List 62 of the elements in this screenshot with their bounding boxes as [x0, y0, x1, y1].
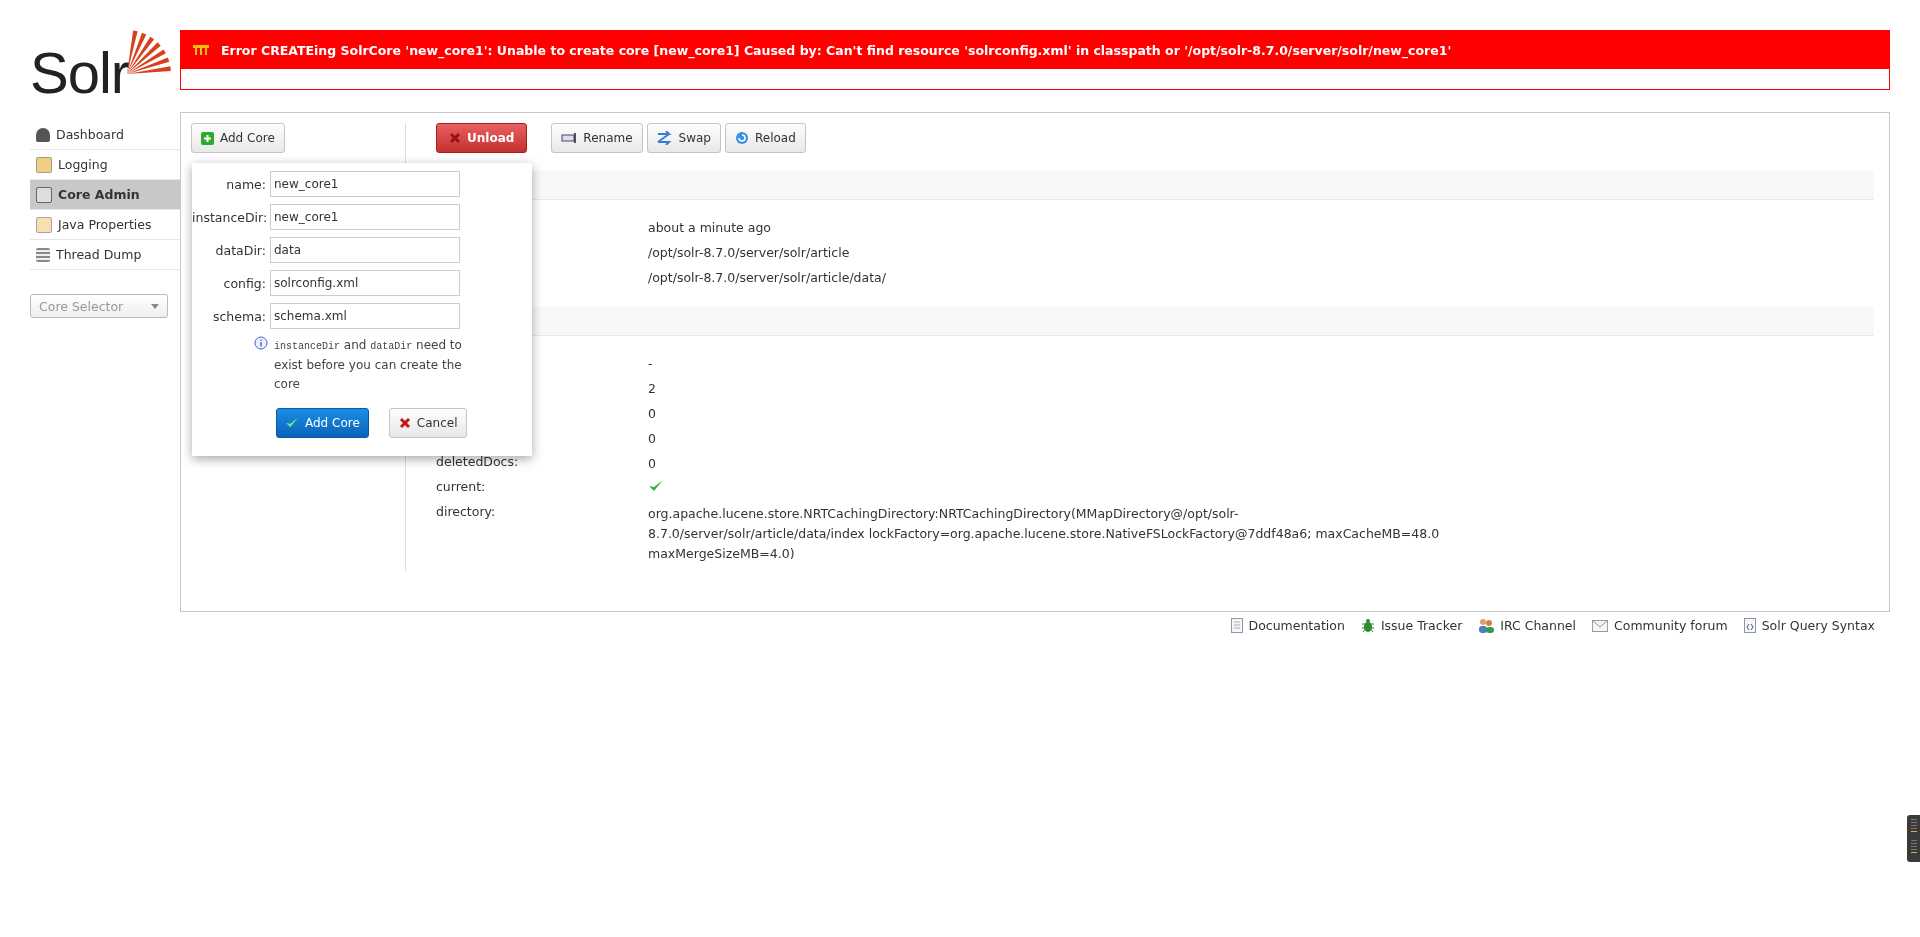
plus-icon	[201, 131, 214, 145]
field-label: directory:	[436, 504, 496, 519]
code-file-icon	[1743, 618, 1756, 633]
input-field[interactable]: data	[270, 237, 460, 263]
document-icon	[1230, 618, 1243, 633]
footer-link[interactable]: Documentation	[1230, 618, 1345, 633]
bug-icon	[1360, 618, 1375, 633]
field-value: 0	[648, 430, 657, 448]
field-value: about a minute ago	[648, 219, 772, 237]
field-label: schema:	[211, 308, 267, 324]
field-value: /opt/solr-8.7.0/server/solr/article	[648, 244, 851, 262]
field-label: deletedDocs:	[436, 454, 519, 469]
rename-icon	[561, 132, 578, 144]
hint-text: instanceDir and dataDir need to exist before you can create the core	[274, 337, 463, 393]
footer-link[interactable]: Issue Tracker	[1360, 618, 1463, 633]
sidebar-item[interactable]: Thread Dump	[30, 240, 180, 270]
field-value: 0	[648, 405, 657, 423]
input-field[interactable]: new_core1	[270, 171, 460, 197]
action-button[interactable]: Reload	[724, 123, 806, 153]
action-button[interactable]: Unload	[436, 123, 528, 153]
footer-link[interactable]: IRC Channel	[1478, 618, 1577, 633]
field-value: org.apache.lucene.store.NRTCachingDirectory:NRTCachingDirectory(MMapDirectory@/opt/solr-8.7.0/server/solr/article/data/index lockFactory=org.apache.lucene.store.NativeFSLockFactory@7ddf48a6; maxCacheMB=48.0 maxMergeSizeMB=4.0)	[648, 505, 1441, 563]
input-field[interactable]: schema.xml	[270, 303, 460, 329]
sidebar-item[interactable]: Java Properties	[30, 210, 180, 240]
swap-arrows-icon	[656, 131, 673, 145]
footer-link[interactable]: Solr Query Syntax	[1743, 618, 1875, 633]
footer-link[interactable]: Community forum	[1592, 618, 1728, 633]
field-value: -	[648, 355, 654, 373]
cross-icon	[398, 417, 411, 429]
add-core-submit-button[interactable]: Add Core	[276, 408, 369, 438]
info-icon	[254, 336, 268, 350]
add-core-button[interactable]: Add Core	[191, 123, 285, 153]
cross-icon	[449, 132, 461, 144]
action-button[interactable]: Rename	[551, 123, 643, 153]
cancel-button[interactable]: Cancel	[388, 408, 468, 438]
menu-item-icon	[36, 127, 50, 142]
input-field[interactable]: new_core1	[270, 204, 460, 230]
warning-icon	[193, 45, 209, 55]
check-icon	[285, 417, 299, 429]
error-message: Error CREATEing SolrCore 'new_core1': Unable to create core [new_core1] Caused by: Can't find resource 'solrconfig.xml' in classpath or '/opt/solr-8.7.0/server/solr/new_core1'	[221, 42, 1452, 58]
side-widget-drawing	[1907, 815, 1920, 862]
field-value: /opt/solr-8.7.0/server/solr/article/data/	[648, 269, 887, 287]
reload-icon	[734, 131, 749, 145]
envelope-icon	[1592, 619, 1609, 632]
action-button[interactable]: Swap	[646, 123, 721, 153]
logo-text: Solr	[30, 44, 130, 102]
field-value: 0	[648, 455, 657, 473]
field-label: instanceDir:	[192, 209, 269, 225]
field-label: dataDir:	[214, 242, 267, 258]
field-label: config:	[222, 275, 267, 291]
menu-item-icon	[36, 247, 50, 262]
field-label: name:	[225, 176, 267, 192]
menu-item-icon	[36, 156, 52, 173]
caret-icon	[151, 304, 159, 309]
menu-item-icon	[36, 216, 52, 233]
sidebar-item[interactable]: Core Admin	[30, 180, 180, 210]
people-icon	[1478, 618, 1495, 633]
field-value: 2	[648, 380, 657, 398]
field-label: current:	[436, 479, 486, 494]
menu-item-icon	[36, 186, 52, 203]
sidebar-item[interactable]: Dashboard	[30, 120, 180, 150]
input-field[interactable]: solrconfig.xml	[270, 270, 460, 296]
